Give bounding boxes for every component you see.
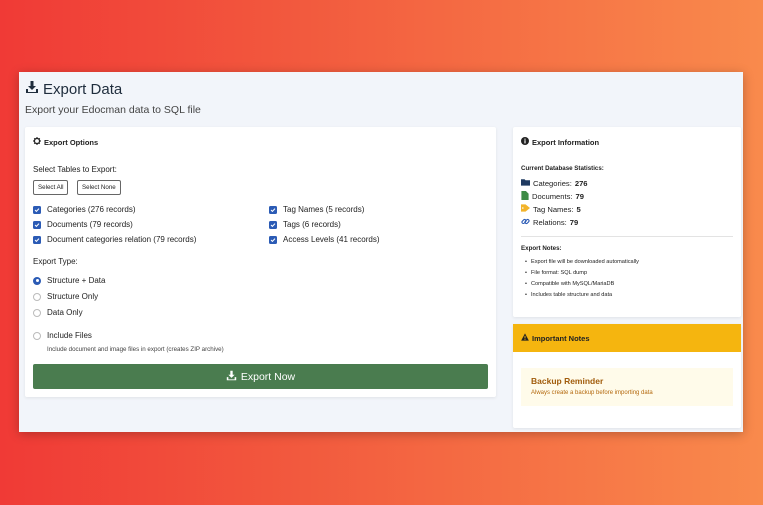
checkbox-unchecked-icon[interactable]: [33, 331, 41, 340]
checkbox-checked-icon[interactable]: [269, 205, 277, 214]
important-notes-card: Important Notes Backup Reminder Always c…: [513, 324, 741, 428]
gear-icon: [33, 137, 44, 147]
info-circle-icon: [521, 137, 532, 147]
select-tables-label: Select Tables to Export:: [33, 165, 117, 174]
export-now-button[interactable]: Export Now: [33, 364, 488, 389]
stat-tag-names: Tag Names: 5: [521, 204, 581, 214]
reminder-text: Always create a backup before importing …: [531, 390, 653, 396]
checkbox-checked-icon[interactable]: [33, 205, 41, 214]
export-information-header: Export Information: [521, 137, 599, 147]
page-title: Export Data: [25, 80, 122, 98]
export-notes-title: Export Notes:: [521, 245, 562, 252]
radio-unselected-icon[interactable]: [33, 308, 41, 317]
stat-relations: Relations: 79: [521, 217, 578, 228]
export-note: Export file will be downloaded automatic…: [525, 259, 639, 265]
reminder-title: Backup Reminder: [531, 376, 604, 386]
link-icon: [521, 217, 533, 228]
backup-reminder-box: Backup Reminder Always create a backup b…: [521, 368, 733, 406]
checkbox-checked-icon[interactable]: [269, 235, 277, 244]
export-options-card: Export Options Select Tables to Export: …: [25, 127, 496, 397]
stats-title: Current Database Statistics:: [521, 165, 604, 172]
page-title-text: Export Data: [43, 80, 123, 98]
export-type-label: Export Type:: [33, 257, 78, 266]
page-subtitle: Export your Edocman data to SQL file: [25, 104, 201, 116]
table-checkbox-tag-names[interactable]: Tag Names (5 records): [269, 205, 364, 214]
checkbox-checked-icon[interactable]: [33, 220, 41, 229]
download-icon: [226, 370, 241, 384]
export-note: File format: SQL dump: [525, 270, 587, 276]
divider: [521, 236, 733, 237]
include-files-checkbox[interactable]: Include Files: [33, 331, 92, 340]
download-icon: [25, 80, 43, 98]
warning-triangle-icon: [521, 333, 532, 343]
radio-structure-only[interactable]: Structure Only: [33, 292, 98, 301]
select-none-button[interactable]: Select None: [77, 180, 121, 195]
radio-data-only[interactable]: Data Only: [33, 308, 83, 317]
table-checkbox-categories[interactable]: Categories (276 records): [33, 205, 135, 214]
export-options-header: Export Options: [33, 137, 98, 147]
important-notes-header: Important Notes: [513, 324, 741, 352]
export-note: Includes table structure and data: [525, 292, 612, 298]
table-checkbox-document-categories-relation[interactable]: Document categories relation (79 records…: [33, 235, 196, 244]
table-checkbox-tags[interactable]: Tags (6 records): [269, 220, 341, 229]
export-note: Compatible with MySQL/MariaDB: [525, 281, 614, 287]
tag-icon: [521, 204, 533, 214]
checkbox-checked-icon[interactable]: [269, 220, 277, 229]
checkbox-checked-icon[interactable]: [33, 235, 41, 244]
export-data-window: Export Data Export your Edocman data to …: [19, 72, 743, 432]
file-icon: [521, 191, 532, 202]
select-all-button[interactable]: Select All: [33, 180, 69, 195]
radio-structure-data[interactable]: Structure + Data: [33, 276, 105, 285]
include-files-help: Include document and image files in expo…: [47, 346, 224, 353]
table-checkbox-documents[interactable]: Documents (79 records): [33, 220, 133, 229]
radio-unselected-icon[interactable]: [33, 292, 41, 301]
table-checkbox-access-levels[interactable]: Access Levels (41 records): [269, 235, 379, 244]
folder-icon: [521, 178, 533, 188]
radio-selected-icon[interactable]: [33, 276, 41, 285]
stat-documents: Documents: 79: [521, 191, 584, 202]
stat-categories: Categories: 276: [521, 178, 588, 188]
export-information-card: Export Information Current Database Stat…: [513, 127, 741, 317]
